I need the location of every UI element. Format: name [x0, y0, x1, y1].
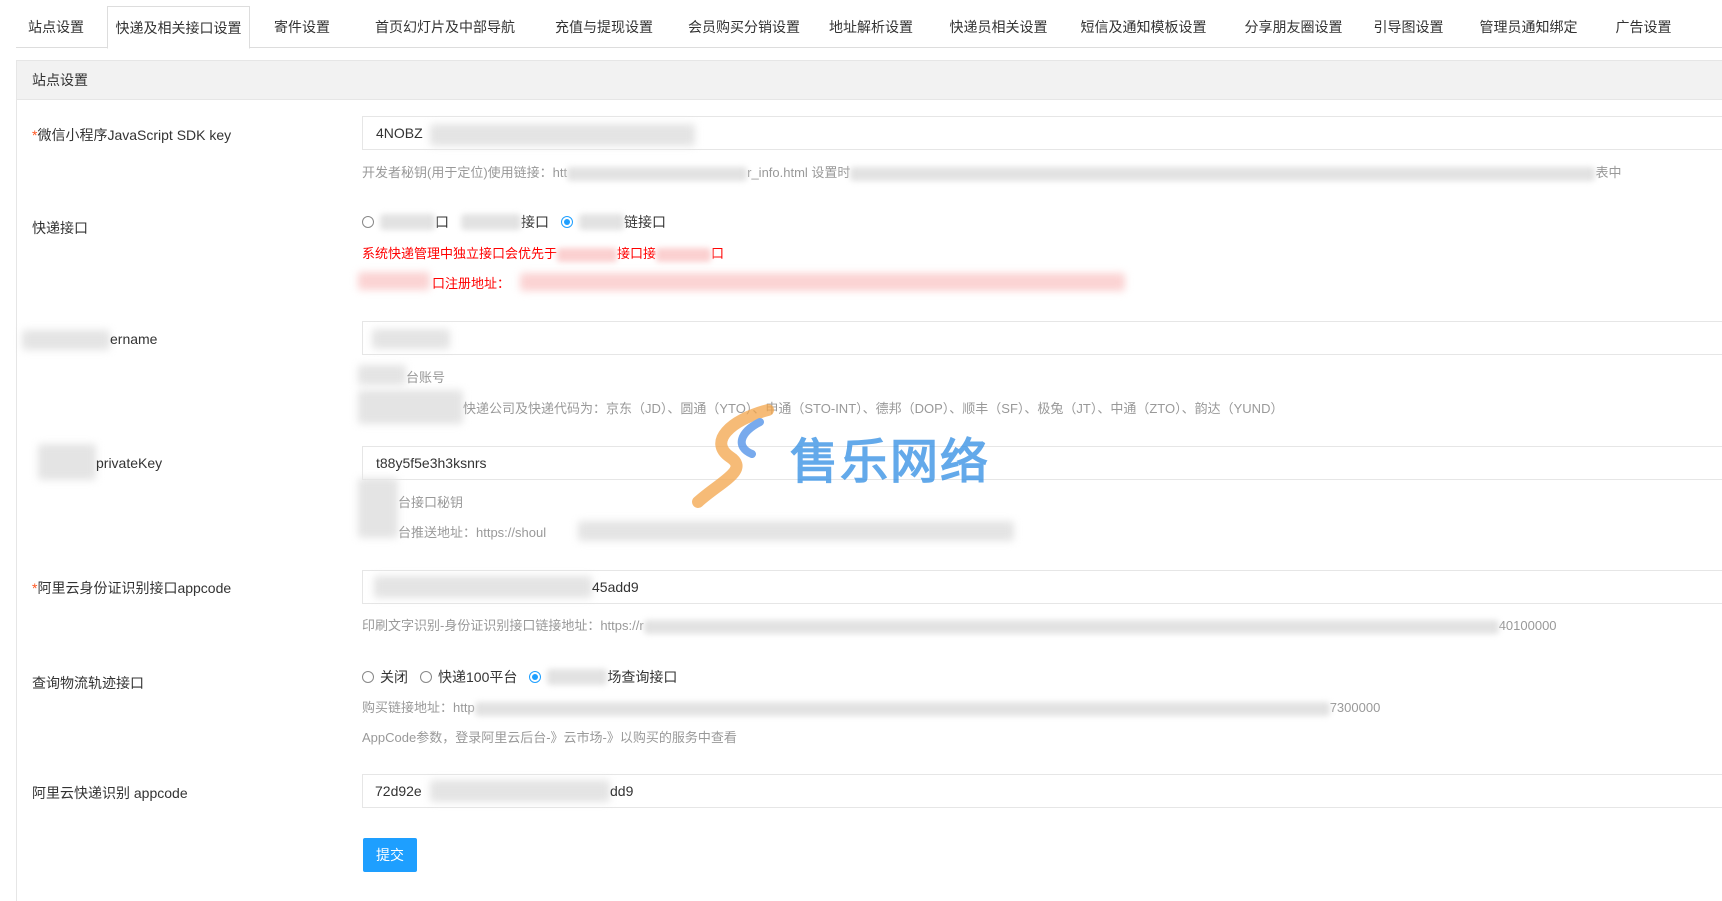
logistics-query-label: 查询物流轨迹接口 — [32, 675, 144, 691]
tab-site-settings[interactable]: 站点设置 — [16, 6, 96, 48]
tab-moments-share[interactable]: 分享朋友圈设置 — [1236, 6, 1351, 48]
express-api-radio-group: 口 接口 链接口 — [362, 212, 678, 232]
redaction-blur — [430, 124, 695, 146]
logistics-query-radio-group: 关闭 快递100平台 场查询接口 — [362, 667, 689, 687]
redaction-blur — [358, 365, 406, 385]
aliyun-express-appcode-label: 阿里云快递识别 appcode — [32, 785, 188, 801]
tab-ad-settings[interactable]: 广告设置 — [1601, 6, 1686, 48]
aliyun-id-appcode-value: 45add9 — [592, 579, 639, 595]
tab-admin-notify-binding[interactable]: 管理员通知绑定 — [1471, 6, 1586, 48]
redaction-blur — [520, 273, 1125, 291]
redaction-blur — [656, 247, 712, 262]
tab-express-api-settings[interactable]: 快递及相关接口设置 — [107, 6, 250, 49]
redaction-blur — [643, 619, 1499, 634]
redaction-blur — [578, 521, 1014, 541]
private-key-tip-push-address: 台推送地址：https://shoul — [398, 525, 547, 540]
radio-unchecked-icon — [362, 671, 374, 683]
aliyun-express-appcode-value-end: dd9 — [610, 783, 634, 799]
tab-address-parsing[interactable]: 地址解析设置 — [821, 6, 921, 48]
redaction-blur — [358, 390, 463, 424]
redaction-blur — [430, 780, 610, 802]
panel-title: 站点设置 — [17, 61, 1722, 100]
sdk-key-label: *微信小程序JavaScript SDK key — [32, 127, 232, 143]
aliyun-id-appcode-tip: 印刷文字识别-身份证识别接口链接地址：https://r 40100000 — [362, 618, 1557, 634]
tab-recharge-withdraw[interactable]: 充值与提现设置 — [544, 6, 664, 48]
radio-unchecked-icon — [362, 216, 374, 228]
sdk-key-tip: 开发者秘钥(用于定位)使用链接：htt r_info.html 设置时 表中 — [362, 165, 1622, 181]
redaction-blur — [358, 272, 430, 290]
redaction-blur — [474, 701, 1330, 716]
watermark-text: 售乐网络 — [790, 434, 991, 490]
private-key-field[interactable] — [362, 446, 1722, 480]
username-input[interactable] — [363, 322, 1722, 354]
logistics-appcode-tip: AppCode参数，登录阿里云后台-》云市场-》以购买的服务中查看 — [362, 730, 737, 745]
watermark-s-icon — [692, 404, 774, 508]
express-api-label: 快递接口 — [32, 220, 88, 236]
tab-courier-settings[interactable]: 快递员相关设置 — [941, 6, 1056, 48]
redaction-blur — [374, 576, 592, 598]
tab-guide-images[interactable]: 引导图设置 — [1366, 6, 1451, 48]
submit-button[interactable]: 提交 — [363, 838, 417, 872]
username-tip-account: 台账号 — [406, 370, 446, 385]
express-api-option-2[interactable]: 接口 — [461, 212, 549, 232]
settings-tab-bar: 站点设置 快递及相关接口设置 寄件设置 首页幻灯片及中部导航 充值与提现设置 会… — [16, 6, 1722, 49]
aliyun-id-appcode-label: *阿里云身份证识别接口appcode — [32, 580, 232, 596]
username-label: ername — [110, 331, 158, 347]
radio-unchecked-icon — [420, 671, 432, 683]
redaction-blur — [38, 444, 96, 480]
tab-membership-distribution[interactable]: 会员购买分销设置 — [679, 6, 809, 48]
private-key-tip-secret: 台接口秘钥 — [398, 495, 464, 510]
logistics-option-kuaidi100[interactable]: 快递100平台 — [420, 667, 517, 687]
aliyun-express-appcode-value-start: 72d92e — [375, 783, 422, 799]
express-api-option-1[interactable]: 口 — [362, 212, 449, 232]
logistics-option-off[interactable]: 关闭 — [362, 667, 408, 687]
tab-sms-templates[interactable]: 短信及通知模板设置 — [1076, 6, 1211, 48]
redaction-blur — [567, 166, 748, 181]
watermark-logo: 售乐网络 — [690, 402, 1030, 512]
redaction-blur — [22, 330, 110, 350]
redaction-blur — [850, 166, 1596, 181]
express-api-option-3[interactable]: 链接口 — [561, 212, 666, 232]
radio-checked-icon — [561, 216, 573, 228]
express-api-priority-warning: 系统快递管理中独立接口会优先于 接口接口 — [362, 246, 725, 262]
redaction-blur — [547, 669, 608, 685]
username-field[interactable] — [362, 321, 1722, 355]
logistics-option-market-api[interactable]: 场查询接口 — [529, 667, 677, 687]
redaction-blur — [579, 214, 624, 230]
redaction-blur — [380, 214, 435, 230]
redaction-blur — [557, 247, 618, 262]
tab-shipping-settings[interactable]: 寄件设置 — [262, 6, 342, 48]
logistics-purchase-link-tip: 购买链接地址：http 7300000 — [362, 700, 1381, 716]
private-key-input[interactable] — [363, 447, 1722, 479]
express-api-register-address: 口注册地址： — [432, 276, 511, 291]
private-key-label: privateKey — [96, 455, 163, 471]
radio-checked-icon — [529, 671, 542, 683]
redaction-blur — [372, 329, 450, 349]
tab-home-slides-nav[interactable]: 首页幻灯片及中部导航 — [366, 6, 524, 48]
redaction-blur — [461, 214, 521, 230]
redaction-blur — [358, 478, 398, 538]
